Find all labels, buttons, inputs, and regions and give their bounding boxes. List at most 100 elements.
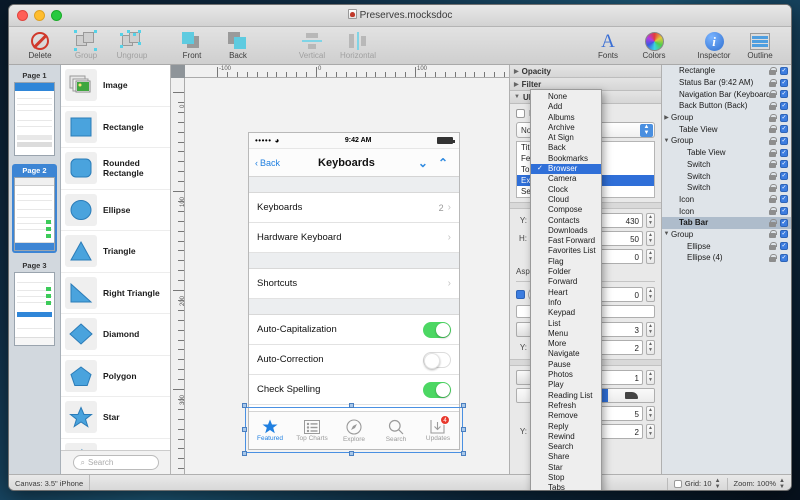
- menu-item-favorites-list[interactable]: Favorites List: [531, 246, 601, 256]
- tab-search[interactable]: Search: [375, 412, 417, 449]
- menu-item-folder[interactable]: Folder: [531, 267, 601, 277]
- chevron-down-icon[interactable]: ⌄: [418, 156, 428, 170]
- shape-item-star[interactable]: Star: [61, 397, 170, 439]
- table-cell-hardware-keyboard[interactable]: Hardware Keyboard ›: [249, 223, 459, 253]
- outline-panel[interactable]: Rectangle✓Status Bar (9:42 AM)✓Navigatio…: [661, 65, 791, 474]
- menu-item-menu[interactable]: Menu: [531, 329, 601, 339]
- visibility-checkbox[interactable]: ✓: [780, 207, 788, 215]
- outline-row-group[interactable]: ▶Group✓: [662, 112, 791, 124]
- shapes-list[interactable]: Image Rectangle Rounded Rectangle Ellips…: [61, 65, 170, 450]
- resize-handle[interactable]: [242, 403, 247, 408]
- stepper-icon[interactable]: ▲▼: [646, 424, 655, 439]
- outline-row-switch[interactable]: Switch✓: [662, 159, 791, 171]
- switch-row-check-spelling[interactable]: Check Spelling: [249, 375, 459, 405]
- menu-item-photos[interactable]: Photos: [531, 370, 601, 380]
- shape-item-polygon[interactable]: Polygon: [61, 356, 170, 398]
- menu-item-reply[interactable]: Reply: [531, 422, 601, 432]
- outline-row-switch[interactable]: Switch✓: [662, 170, 791, 182]
- menu-item-flag[interactable]: Flag: [531, 257, 601, 267]
- tab-explore[interactable]: Explore: [333, 412, 375, 449]
- outline-row-ellipse[interactable]: Ellipse✓: [662, 240, 791, 252]
- resize-handle[interactable]: [461, 451, 466, 456]
- page-thumbnail-2[interactable]: Page 2: [12, 164, 57, 253]
- stepper-icon[interactable]: ▲▼: [646, 287, 655, 302]
- grid-control[interactable]: Grid: 10 ▲▼: [667, 478, 727, 490]
- visibility-checkbox[interactable]: ✓: [780, 90, 788, 98]
- resize-handle[interactable]: [349, 403, 354, 408]
- vertical-ruler[interactable]: 0100200300400: [171, 78, 185, 474]
- menu-item-reading-list[interactable]: Reading List: [531, 391, 601, 401]
- toggle-switch[interactable]: [423, 352, 451, 368]
- lock-icon[interactable]: [769, 137, 776, 145]
- menu-item-keypad[interactable]: Keypad: [531, 308, 601, 318]
- stepper-icon[interactable]: ▲▼: [646, 340, 655, 355]
- send-back-button[interactable]: Back: [215, 31, 261, 60]
- tab-top-charts[interactable]: Top Charts: [291, 412, 333, 449]
- stepper-icon[interactable]: ▲▼: [640, 124, 653, 137]
- menu-item-camera[interactable]: Camera: [531, 174, 601, 184]
- canvas-surface[interactable]: ••••• ◕ 9:42 AM ‹ Back Keyboards ⌄ ⌃: [185, 78, 509, 474]
- menu-item-add[interactable]: Add: [531, 102, 601, 112]
- stepper-icon[interactable]: ▲▼: [646, 406, 655, 421]
- menu-item-contacts[interactable]: Contacts: [531, 216, 601, 226]
- ui-control-dropdown-menu[interactable]: NoneAddAlbumsArchiveAt SignBackBookmarks…: [530, 89, 602, 491]
- fonts-button[interactable]: A Fonts: [585, 31, 631, 60]
- menu-item-stop[interactable]: Stop: [531, 473, 601, 483]
- menu-item-tabs[interactable]: Tabs: [531, 483, 601, 491]
- visibility-checkbox[interactable]: ✓: [780, 160, 788, 168]
- lock-icon[interactable]: [769, 219, 776, 227]
- outline-row-group[interactable]: ▼Group✓: [662, 135, 791, 147]
- page-thumbnail-3[interactable]: Page 3: [12, 259, 57, 348]
- lock-icon[interactable]: [769, 67, 776, 75]
- stepper-icon[interactable]: ▲▼: [779, 478, 785, 490]
- menu-item-refresh[interactable]: Refresh: [531, 401, 601, 411]
- menu-item-back[interactable]: Back: [531, 143, 601, 153]
- menu-item-cloud[interactable]: Cloud: [531, 195, 601, 205]
- visibility-checkbox[interactable]: ✓: [780, 125, 788, 133]
- stepper-icon[interactable]: ▲▼: [646, 322, 655, 337]
- outline-row-tab-bar[interactable]: Tab Bar✓: [662, 217, 791, 229]
- visibility-checkbox[interactable]: ✓: [780, 242, 788, 250]
- visibility-checkbox[interactable]: ✓: [780, 184, 788, 192]
- shadow-style-option-3[interactable]: [608, 389, 654, 402]
- menu-item-star[interactable]: Star: [531, 463, 601, 473]
- outline-row-table-view[interactable]: Table View✓: [662, 123, 791, 135]
- visibility-checkbox[interactable]: ✓: [780, 114, 788, 122]
- ungroup-button[interactable]: Ungroup: [109, 31, 155, 60]
- shape-item-diamond[interactable]: Diamond: [61, 314, 170, 356]
- stepper-icon[interactable]: ▲▼: [646, 231, 655, 246]
- resize-handle[interactable]: [461, 427, 466, 432]
- iphone-mockup[interactable]: ••••• ◕ 9:42 AM ‹ Back Keyboards ⌄ ⌃: [248, 132, 460, 450]
- chevron-up-icon[interactable]: ⌃: [438, 156, 448, 170]
- horizontal-ruler[interactable]: -1000100200300400: [185, 65, 509, 78]
- lock-icon[interactable]: [769, 160, 776, 168]
- visibility-checkbox[interactable]: ✓: [780, 149, 788, 157]
- lock-icon[interactable]: [769, 254, 776, 262]
- menu-item-none[interactable]: None: [531, 92, 601, 102]
- delete-button[interactable]: Delete: [17, 31, 63, 60]
- outline-row-navigation-bar-keyboards[interactable]: Navigation Bar (Keyboards)✓: [662, 88, 791, 100]
- inspector-section-opacity[interactable]: ▶ Opacity: [510, 65, 661, 78]
- visibility-checkbox[interactable]: ✓: [780, 172, 788, 180]
- shapes-search-input[interactable]: ⌕ Search: [73, 455, 159, 470]
- menu-item-play[interactable]: Play: [531, 380, 601, 390]
- lock-icon[interactable]: [769, 79, 776, 87]
- toggle-switch[interactable]: [423, 382, 451, 398]
- table-cell-shortcuts[interactable]: Shortcuts ›: [249, 269, 459, 299]
- shape-item-right-triangle[interactable]: Right Triangle: [61, 273, 170, 315]
- visibility-checkbox[interactable]: ✓: [780, 230, 788, 238]
- lock-icon[interactable]: [769, 90, 776, 98]
- menu-item-at-sign[interactable]: At Sign: [531, 133, 601, 143]
- inspector-button[interactable]: i Inspector: [691, 31, 737, 60]
- resize-handle[interactable]: [461, 403, 466, 408]
- group-button[interactable]: Group: [63, 31, 109, 60]
- shape-item-ellipse[interactable]: Ellipse: [61, 190, 170, 232]
- shape-item-triangle[interactable]: Triangle: [61, 231, 170, 273]
- toggle-switch[interactable]: [423, 322, 451, 338]
- lock-icon[interactable]: [769, 172, 776, 180]
- outline-row-rectangle[interactable]: Rectangle✓: [662, 65, 791, 77]
- outline-row-table-view[interactable]: Table View✓: [662, 147, 791, 159]
- stepper-icon[interactable]: ▲▼: [646, 370, 655, 385]
- menu-item-albums[interactable]: Albums: [531, 113, 601, 123]
- resize-handle[interactable]: [242, 451, 247, 456]
